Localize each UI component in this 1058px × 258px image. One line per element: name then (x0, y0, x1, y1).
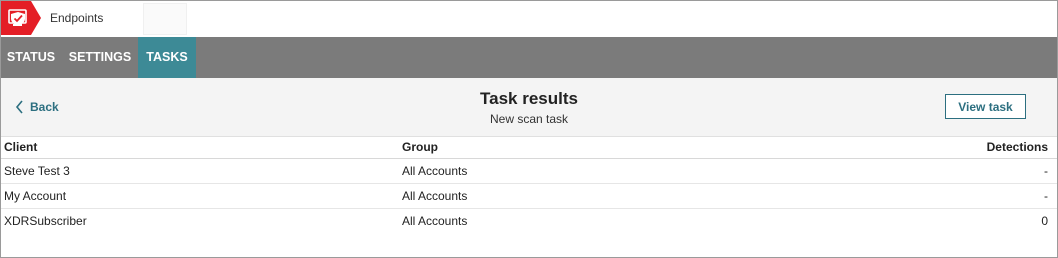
group-cell: All Accounts (402, 189, 468, 203)
column-header-group[interactable]: Group (402, 138, 438, 156)
task-results-header: Back Task results New scan task View tas… (1, 78, 1057, 137)
table-row[interactable]: XDRSubscriber All Accounts 0 (1, 209, 1057, 234)
detections-cell: 0 (1041, 214, 1048, 228)
table-row[interactable]: My Account All Accounts - (1, 184, 1057, 209)
tab-status[interactable]: STATUS (1, 37, 61, 78)
table-row[interactable]: Steve Test 3 All Accounts - (1, 159, 1057, 184)
group-cell: All Accounts (402, 214, 468, 228)
page-title: Task results (480, 89, 578, 108)
detections-cell: - (1044, 164, 1048, 178)
client-cell: XDRSubscriber (4, 214, 87, 228)
page-subtitle: New scan task (489, 112, 569, 126)
tab-bar: STATUS SETTINGS TASKS (1, 37, 1057, 78)
view-task-button[interactable]: View task (945, 94, 1026, 119)
client-cell: Steve Test 3 (4, 164, 70, 178)
results-table: Client Group Detections Steve Test 3 All… (1, 138, 1057, 234)
tab-settings[interactable]: SETTINGS (63, 37, 137, 78)
column-header-detections[interactable]: Detections (987, 138, 1048, 156)
app-title: Endpoints (50, 11, 104, 25)
group-cell: All Accounts (402, 164, 468, 178)
table-header-row: Client Group Detections (1, 138, 1057, 159)
tab-tasks[interactable]: TASKS (138, 37, 196, 78)
app-window: Endpoints STATUS SETTINGS TASKS Back Tas… (0, 0, 1058, 258)
column-header-client[interactable]: Client (4, 138, 37, 156)
shield-logo-icon[interactable] (1, 1, 41, 35)
client-cell: My Account (4, 189, 67, 203)
blank-header-tab (143, 3, 187, 35)
top-header: Endpoints (1, 1, 1057, 37)
detections-cell: - (1044, 189, 1048, 203)
